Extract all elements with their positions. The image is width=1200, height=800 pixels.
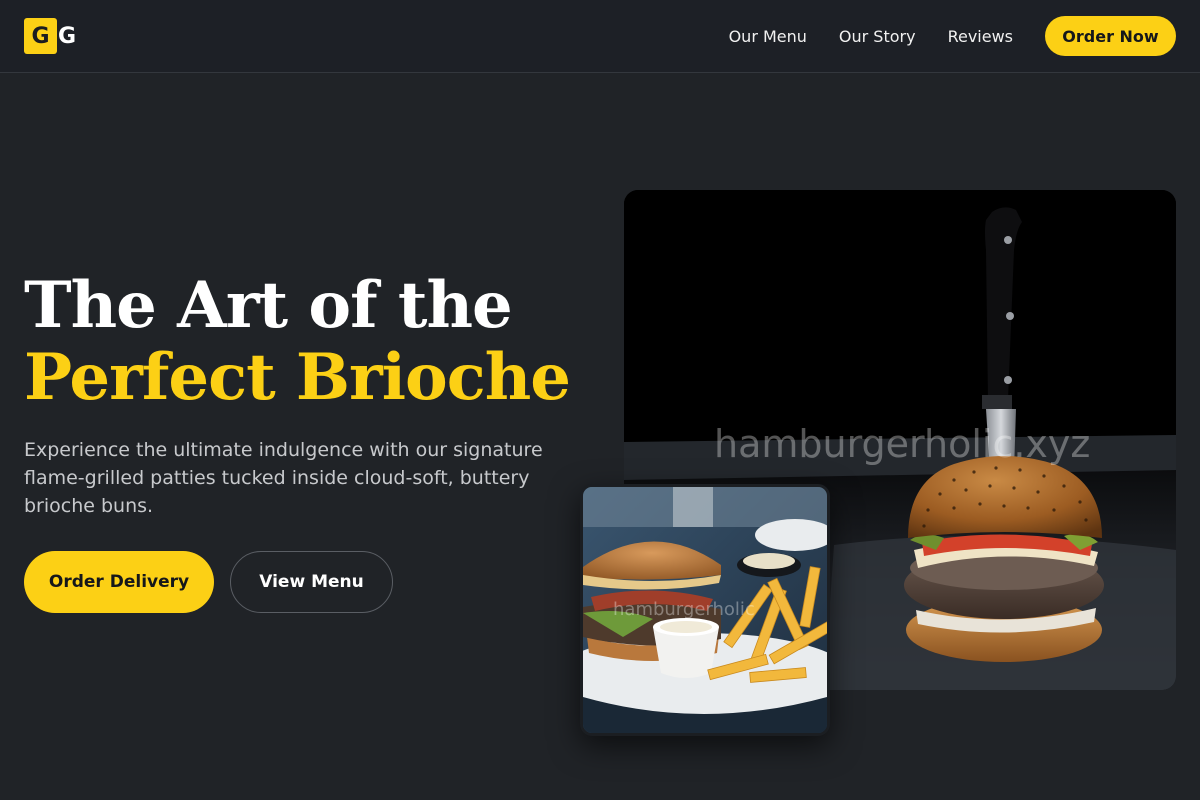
image-watermark: hamburgerholic.xyz	[714, 422, 1091, 466]
nav-our-story[interactable]: Our Story	[839, 27, 916, 46]
image-watermark-small: hamburgerholic	[613, 599, 755, 620]
order-delivery-button[interactable]: Order Delivery	[24, 551, 214, 613]
nav-reviews[interactable]: Reviews	[948, 27, 1013, 46]
nav-our-menu[interactable]: Our Menu	[729, 27, 807, 46]
hero-description: Experience the ultimate indulgence with …	[24, 439, 543, 517]
main-nav: Our Menu Our Story Reviews Order Now	[729, 16, 1176, 56]
brand-logo[interactable]: G G	[24, 18, 76, 54]
logo-text: G	[58, 23, 77, 49]
hero-title-line2: Perfect Brioche	[24, 340, 571, 415]
hero-title-line1: The Art of the	[24, 268, 513, 343]
logo-mark: G	[24, 18, 57, 54]
view-menu-button[interactable]: View Menu	[230, 551, 393, 613]
site-header: G G Our Menu Our Story Reviews Order Now	[0, 0, 1200, 73]
burger-fries-image: hamburgerholic	[580, 484, 830, 736]
order-now-button[interactable]: Order Now	[1045, 16, 1176, 56]
hero-title: The Art of the Perfect Brioche	[24, 268, 571, 415]
